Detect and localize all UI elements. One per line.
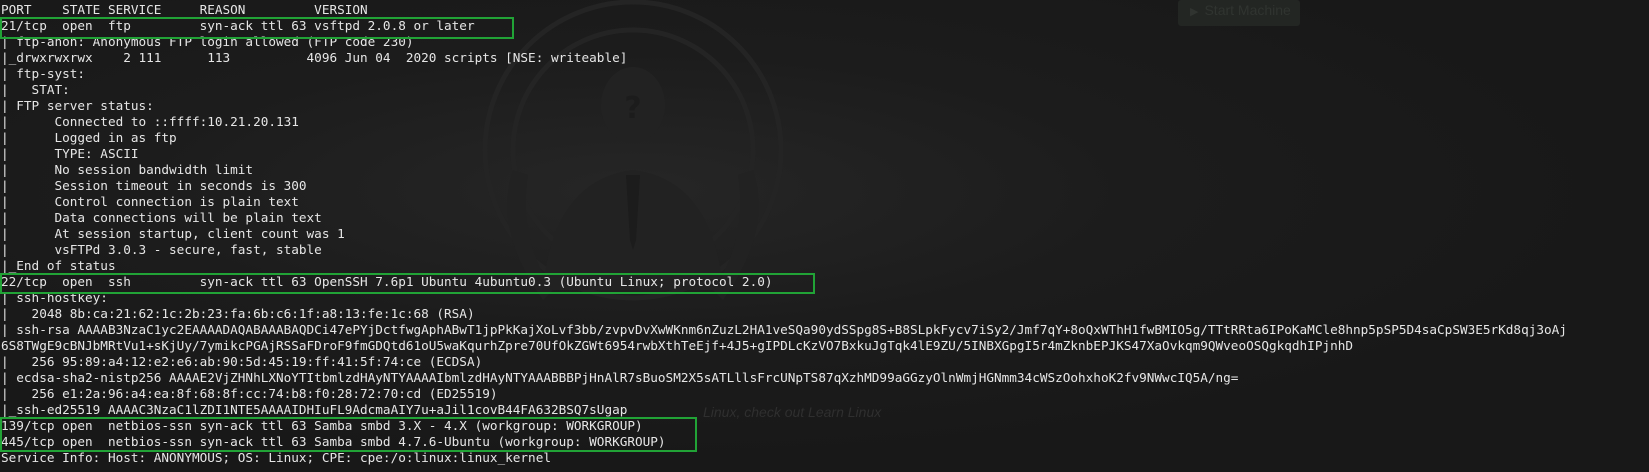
terminal-line: | Logged in as ftp (1, 130, 177, 145)
terminal-line: | At session startup, client count was 1 (1, 226, 345, 241)
terminal-line: | Connected to ::ffff:10.21.20.131 (1, 114, 299, 129)
terminal-line: | FTP server status: (1, 98, 154, 113)
terminal-line: | ftp-syst: (1, 66, 86, 81)
highlight-ports-139-445 (0, 417, 697, 452)
terminal-line: | ecdsa-sha2-nistp256 AAAAE2VjZHNhLXNoYT… (1, 370, 1239, 385)
terminal-line: | ssh-rsa AAAAB3NzaC1yc2EAAAADAQABAAABAQ… (1, 322, 1567, 337)
terminal-line: | vsFTPd 3.0.3 - secure, fast, stable (1, 242, 322, 257)
terminal-line: | No session bandwidth limit (1, 162, 254, 177)
highlight-port-22 (0, 273, 815, 294)
terminal-line: |_drwxrwxrwx 2 111 113 4096 Jun 04 2020 … (1, 50, 628, 65)
terminal-line: Service Info: Host: ANONYMOUS; OS: Linux… (1, 450, 551, 465)
terminal-line: | Session timeout in seconds is 300 (1, 178, 307, 193)
terminal-line: | 2048 8b:ca:21:62:1c:2b:23:fa:6b:c6:1f:… (1, 306, 475, 321)
terminal-line: |_End of status (1, 258, 116, 273)
terminal-line: | 256 e1:2a:96:a4:ea:8f:68:8f:cc:74:b8:f… (1, 386, 498, 401)
terminal-output: PORT STATE SERVICE REASON VERSION 21/tcp … (1, 2, 1567, 466)
terminal-screen: ? ▶ Start Machine Linux, check out Learn … (0, 0, 1649, 472)
terminal-line: | 256 95:89:a4:12:e2:e6:ab:90:5d:45:19:f… (1, 354, 483, 369)
highlight-port-21 (0, 17, 514, 39)
terminal-line: |_ssh-ed25519 AAAAC3NzaC1lZDI1NTE5AAAAID… (1, 402, 628, 417)
terminal-line: | STAT: (1, 82, 70, 97)
terminal-line: 6S8TWgE9cBNJbMRtVu1+sKjUy/7ymikcPGAjRSSa… (1, 338, 1354, 353)
terminal-line: | Control connection is plain text (1, 194, 299, 209)
terminal-line: | TYPE: ASCII (1, 146, 139, 161)
terminal-line: | Data connections will be plain text (1, 210, 322, 225)
terminal-line: PORT STATE SERVICE REASON VERSION (1, 2, 368, 17)
